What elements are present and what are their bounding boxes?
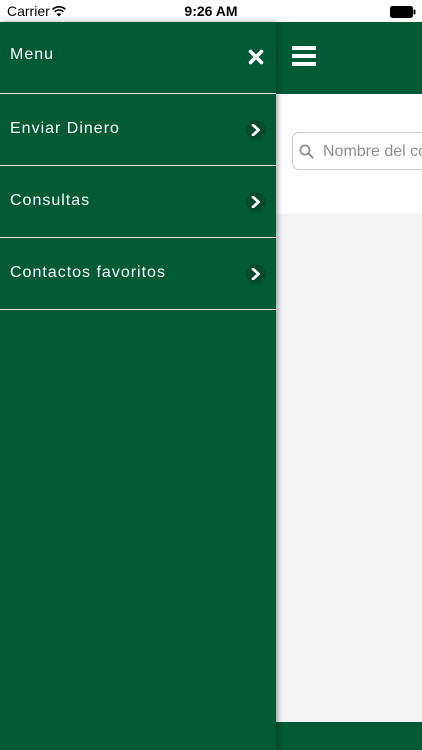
menu-item-label: Consultas — [10, 192, 91, 209]
chevron-right-icon — [246, 120, 266, 140]
menu-item-enviar-dinero[interactable]: Enviar Dinero — [0, 94, 276, 166]
drawer-title: Menu — [10, 46, 55, 63]
side-drawer: Menu Enviar Dinero Consultas Contactos f… — [0, 22, 276, 750]
status-bar: Carrier 9:26 AM — [0, 0, 422, 22]
main-footer-bar — [276, 722, 422, 750]
search-icon — [299, 144, 314, 159]
menu-item-consultas[interactable]: Consultas — [0, 166, 276, 238]
drawer-header: Menu — [0, 22, 276, 94]
search-input[interactable]: Nombre del co — [292, 132, 422, 170]
hamburger-icon[interactable] — [292, 46, 316, 66]
search-placeholder: Nombre del co — [323, 143, 422, 160]
status-time: 9:26 AM — [184, 3, 238, 19]
close-icon[interactable] — [248, 49, 264, 65]
chevron-right-icon — [246, 192, 266, 212]
chevron-right-icon — [246, 264, 266, 284]
app-screen: Carrier 9:26 AM Nombre del co Menu Envia… — [0, 0, 422, 750]
main-content: Nombre del co — [276, 22, 422, 750]
main-header — [276, 22, 422, 94]
menu-item-contactos-favoritos[interactable]: Contactos favoritos — [0, 238, 276, 310]
menu-item-label: Enviar Dinero — [10, 120, 120, 137]
search-area: Nombre del co — [276, 94, 422, 214]
menu-item-label: Contactos favoritos — [10, 264, 166, 281]
battery-icon — [390, 5, 416, 18]
